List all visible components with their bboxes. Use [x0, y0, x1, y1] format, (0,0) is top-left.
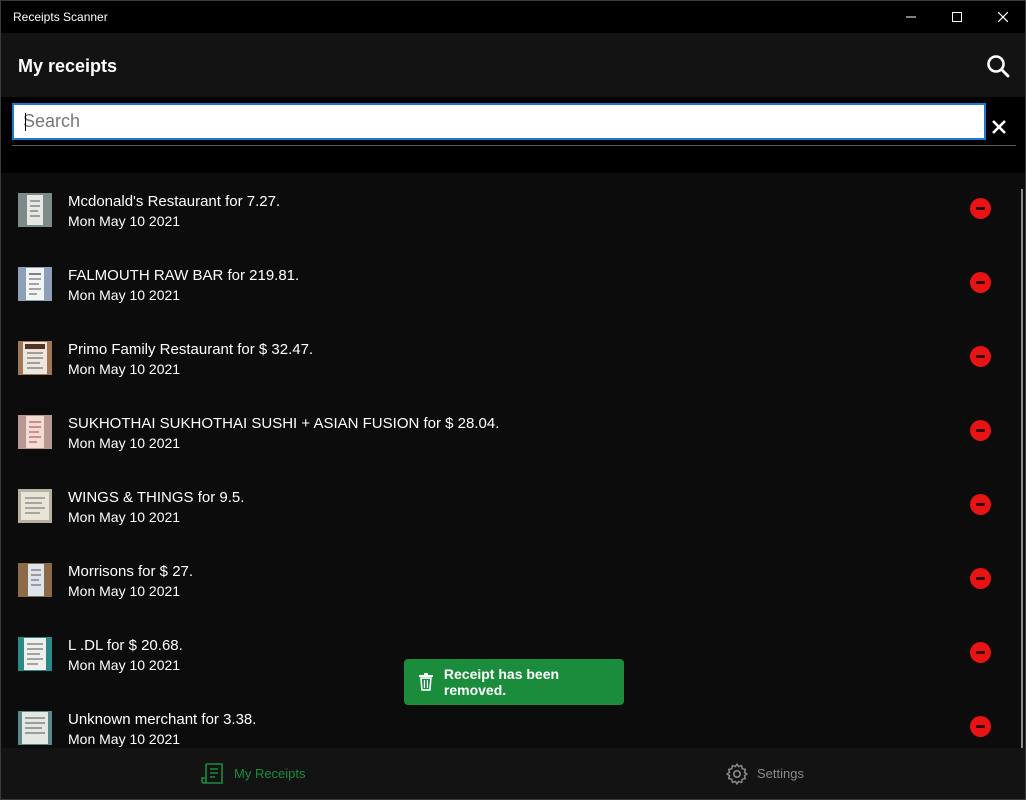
receipt-title: L .DL for $ 20.68. — [68, 637, 183, 654]
receipt-date: Mon May 10 2021 — [68, 509, 181, 525]
nav-settings-label: Settings — [757, 766, 804, 781]
delete-receipt-button[interactable] — [970, 716, 991, 737]
receipt-date: Mon May 10 2021 — [68, 583, 181, 599]
receipt-date: Mon May 10 2021 — [68, 213, 181, 229]
clear-search-button[interactable] — [991, 119, 1007, 135]
title-bar: Receipts Scanner — [1, 1, 1025, 33]
receipt-title: SUKHOTHAI SUKHOTHAI SUSHI + ASIAN FUSION… — [68, 415, 500, 432]
receipt-title: Morrisons for $ 27. — [68, 563, 194, 580]
nav-settings[interactable]: Settings — [725, 748, 804, 799]
receipt-list-item[interactable]: Mcdonald's Restaurant for 7.27. Mon May … — [1, 173, 1025, 247]
delete-receipt-button[interactable] — [970, 568, 991, 589]
page-title: My receipts — [18, 56, 118, 76]
receipt-date: Mon May 10 2021 — [68, 287, 181, 303]
bottom-navigation: My Receipts Settings — [1, 748, 1025, 799]
receipt-thumbnail — [18, 563, 52, 597]
close-icon — [998, 12, 1008, 22]
receipt-thumbnail — [18, 637, 52, 671]
receipt-thumbnail — [18, 341, 52, 375]
nav-my-receipts[interactable]: My Receipts — [200, 748, 306, 799]
delete-receipt-button[interactable] — [970, 198, 991, 219]
search-icon — [987, 55, 1010, 78]
receipt-thumbnail — [18, 711, 52, 745]
receipt-title: Primo Family Restaurant for $ 32.47. — [68, 341, 314, 358]
gear-icon — [726, 762, 748, 785]
app-header: My receipts — [1, 33, 1025, 97]
receipt-thumbnail — [18, 193, 52, 227]
close-window-button[interactable] — [980, 1, 1025, 33]
text-caret — [25, 113, 26, 131]
receipt-title: WINGS & THINGS for 9.5. — [68, 489, 245, 506]
receipt-date: Mon May 10 2021 — [68, 361, 181, 377]
removed-toast: Receipt has been removed. — [404, 659, 624, 705]
receipt-thumbnail — [18, 267, 52, 301]
search-bar — [1, 97, 1025, 173]
receipt-title: Unknown merchant for 3.38. — [68, 711, 257, 728]
delete-receipt-button[interactable] — [970, 346, 991, 367]
search-input[interactable] — [14, 105, 984, 138]
maximize-icon — [952, 12, 962, 22]
close-icon — [992, 120, 1006, 134]
maximize-button[interactable] — [934, 1, 980, 33]
app-window: Receipts Scanner My receipts Mcdonald's … — [0, 0, 1026, 800]
nav-my-receipts-label: My Receipts — [234, 766, 306, 781]
receipt-thumbnail — [18, 415, 52, 449]
receipt-list-item[interactable]: Primo Family Restaurant for $ 32.47. Mon… — [1, 321, 1025, 395]
delete-receipt-button[interactable] — [970, 272, 991, 293]
receipt-thumbnail — [18, 489, 52, 523]
trash-icon — [418, 673, 433, 691]
search-field-container — [12, 103, 986, 140]
minimize-icon — [906, 16, 916, 18]
delete-receipt-button[interactable] — [970, 494, 991, 515]
delete-receipt-button[interactable] — [970, 420, 991, 441]
receipt-date: Mon May 10 2021 — [68, 657, 181, 673]
delete-receipt-button[interactable] — [970, 642, 991, 663]
receipt-list-item[interactable]: WINGS & THINGS for 9.5. Mon May 10 2021 — [1, 469, 1025, 543]
minimize-button[interactable] — [888, 1, 934, 33]
toast-message: Receipt has been removed. — [443, 666, 560, 698]
receipt-date: Mon May 10 2021 — [68, 435, 181, 451]
list-scrollbar[interactable] — [1021, 189, 1023, 748]
receipt-list-item[interactable]: Morrisons for $ 27. Mon May 10 2021 — [1, 543, 1025, 617]
receipt-title: FALMOUTH RAW BAR for 219.81. — [68, 267, 300, 284]
receipt-list-item[interactable]: FALMOUTH RAW BAR for 219.81. Mon May 10 … — [1, 247, 1025, 321]
receipt-title: Mcdonald's Restaurant for 7.27. — [68, 193, 281, 210]
search-button[interactable] — [985, 53, 1011, 79]
window-title: Receipts Scanner — [13, 10, 108, 24]
search-divider — [12, 145, 1016, 146]
receipt-icon — [201, 762, 223, 784]
receipt-list-item[interactable]: SUKHOTHAI SUKHOTHAI SUSHI + ASIAN FUSION… — [1, 395, 1025, 469]
receipt-date: Mon May 10 2021 — [68, 731, 181, 747]
